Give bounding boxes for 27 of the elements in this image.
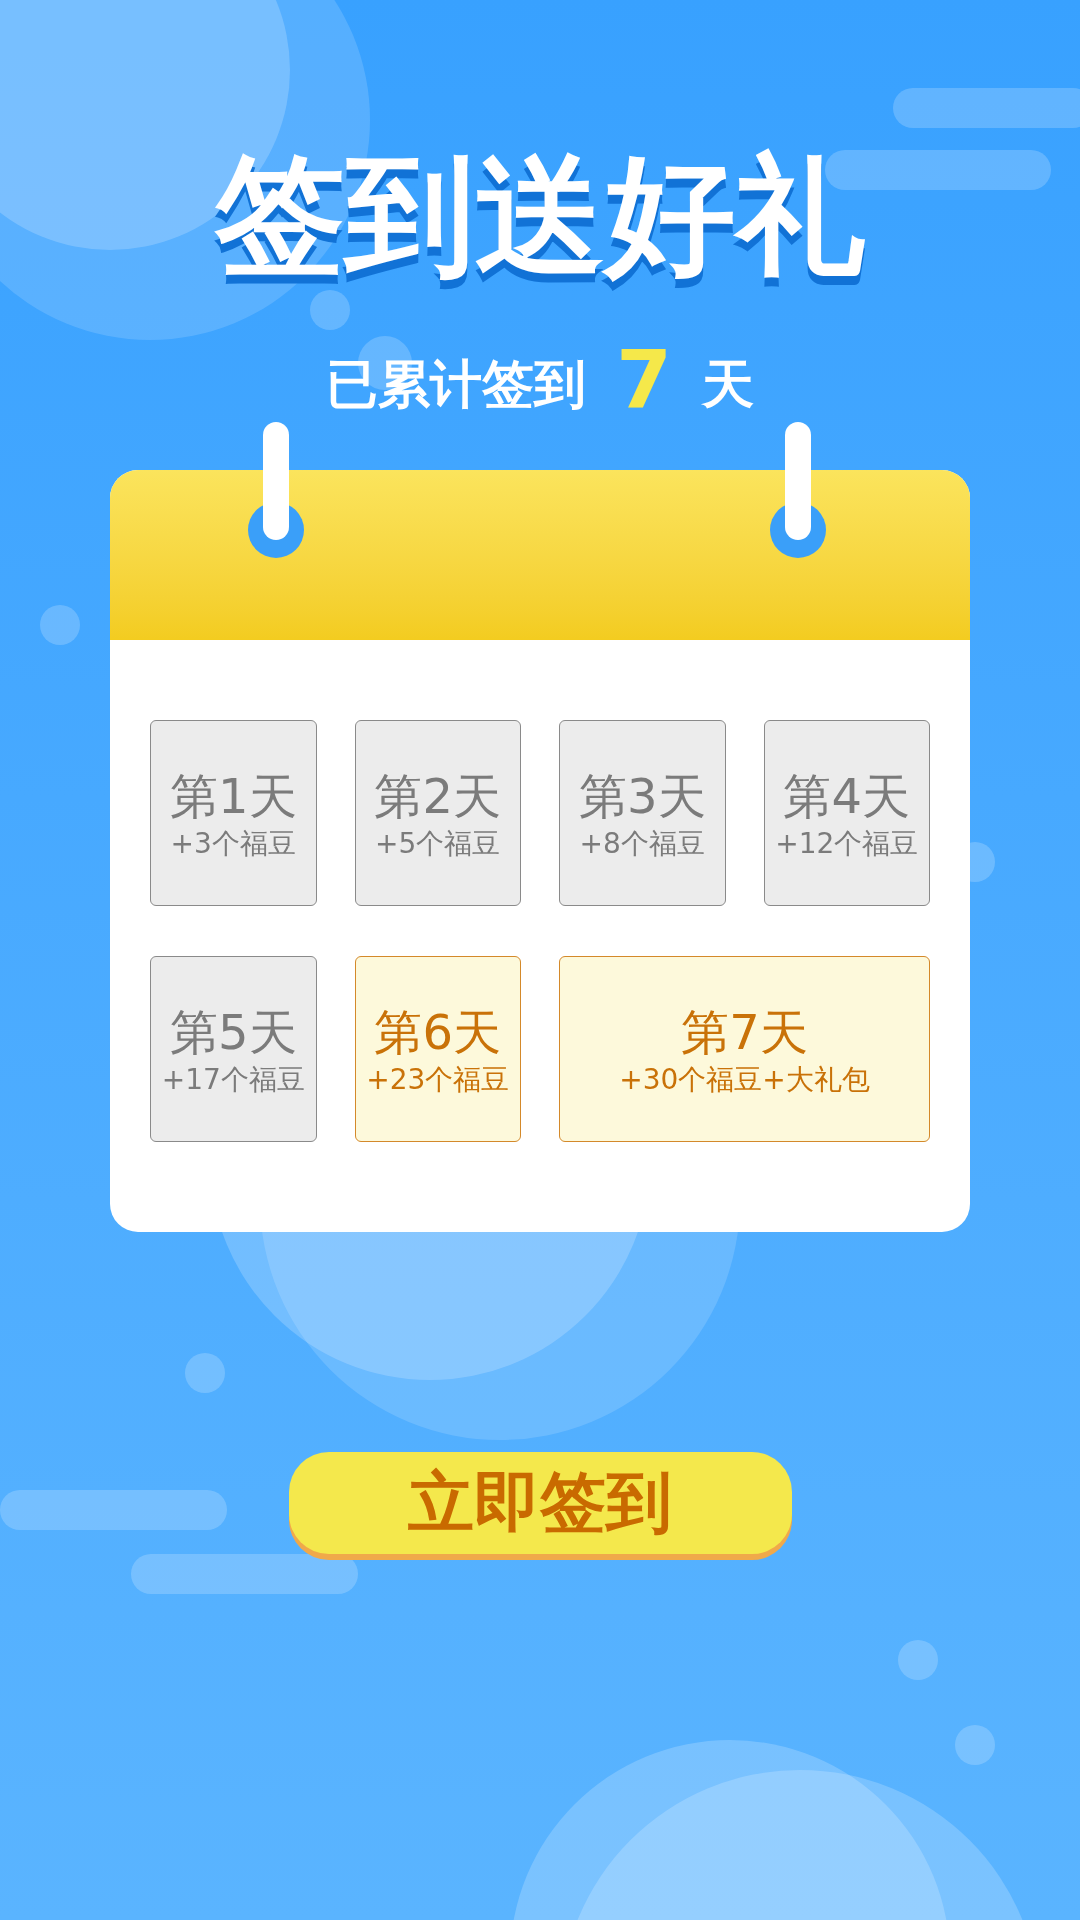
- day-card[interactable]: 第6天 +23个福豆: [354, 956, 521, 1142]
- reward-text: +23个福豆: [366, 1061, 510, 1097]
- summary-label: 已累计签到: [326, 358, 587, 410]
- day-card[interactable]: 第3天 +8个福豆: [559, 720, 726, 906]
- day-label: 第6天: [374, 1002, 501, 1062]
- day-label: 第1天: [169, 766, 297, 826]
- day-card[interactable]: 第1天 +3个福豆: [150, 720, 317, 906]
- day-count: 7: [616, 340, 672, 420]
- unit-label: 天: [701, 358, 754, 410]
- day-label: 第7天: [681, 1002, 808, 1062]
- reward-text: +3个福豆: [170, 825, 296, 861]
- day-label: 第2天: [374, 766, 501, 826]
- reward-text: +30个福豆+大礼包: [619, 1061, 870, 1097]
- calendar-ring-icon: [770, 422, 826, 558]
- page-title: 签到送好礼: [215, 150, 865, 280]
- day-card[interactable]: 第5天 +17个福豆: [150, 956, 317, 1142]
- reward-text: +8个福豆: [579, 825, 705, 861]
- calendar-ring-icon: [248, 422, 304, 558]
- day-card[interactable]: 第7天 +30个福豆+大礼包: [559, 956, 930, 1142]
- day-label: 第3天: [578, 766, 706, 826]
- reward-text: +5个福豆: [375, 825, 501, 861]
- reward-text: +12个福豆: [775, 825, 919, 861]
- reward-text: +17个福豆: [161, 1061, 305, 1097]
- day-card[interactable]: 第4天 +12个福豆: [763, 720, 930, 906]
- day-card[interactable]: 第2天 +5个福豆: [354, 720, 521, 906]
- day-label: 第4天: [783, 766, 910, 826]
- day-label: 第5天: [169, 1002, 297, 1062]
